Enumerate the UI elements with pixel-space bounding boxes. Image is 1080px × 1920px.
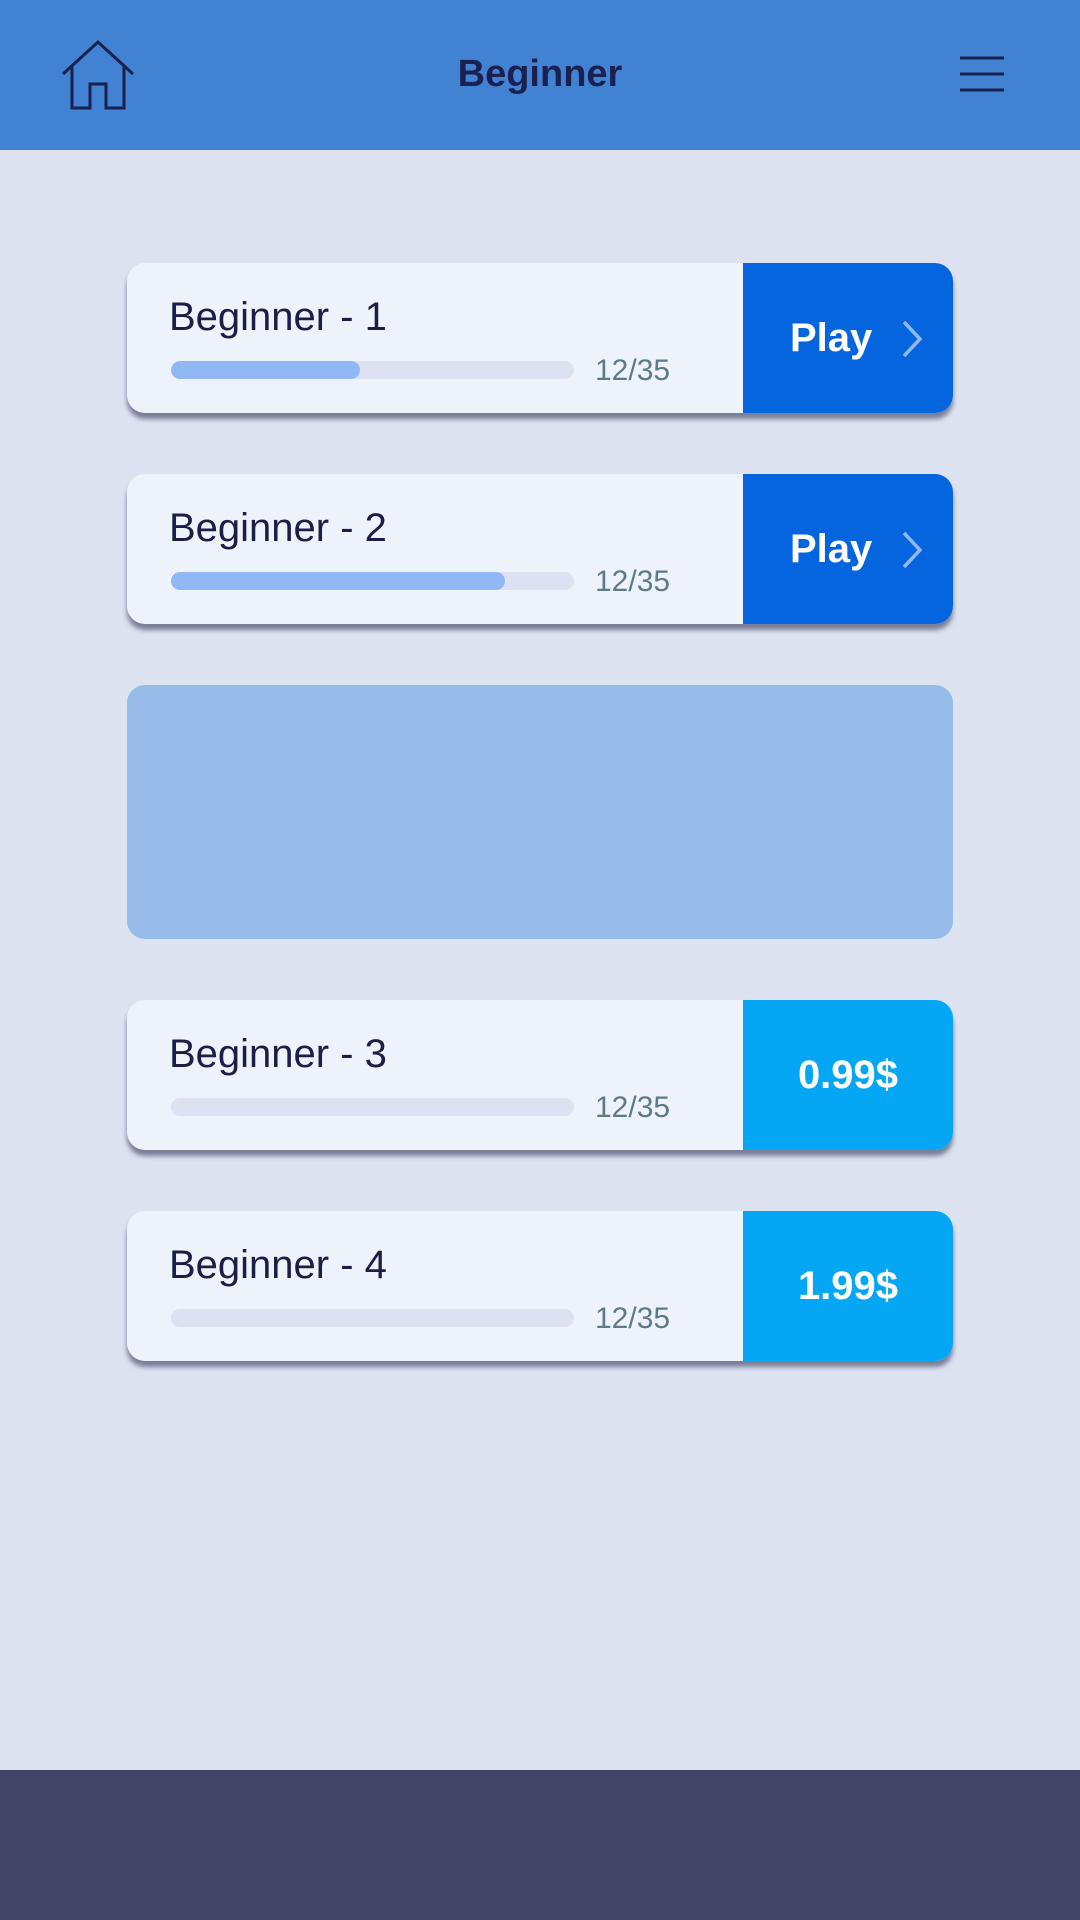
price-label: 1.99$ <box>797 1264 899 1308</box>
level-title: Beginner - 2 <box>169 506 387 550</box>
play-button[interactable]: Play <box>743 263 953 413</box>
buy-button[interactable]: 0.99$ <box>743 1000 953 1150</box>
level-title: Beginner - 3 <box>169 1032 387 1076</box>
hamburger-menu-icon <box>960 56 1004 92</box>
play-button[interactable]: Play <box>743 474 953 624</box>
chevron-right-icon <box>902 320 923 358</box>
page-title: Beginner <box>457 53 623 95</box>
bottom-bar <box>0 1770 1080 1920</box>
level-title: Beginner - 4 <box>169 1243 387 1287</box>
progress-fill <box>171 572 506 590</box>
price-label: 0.99$ <box>797 1053 899 1097</box>
progress-bar <box>171 361 574 379</box>
progress-bar <box>171 572 574 590</box>
banner-placeholder <box>127 685 953 939</box>
progress-count: 12/35 <box>595 354 671 387</box>
progress-count: 12/35 <box>595 1091 671 1124</box>
menu-button[interactable] <box>956 52 1008 96</box>
chevron-right-icon <box>902 531 923 569</box>
level-card: Beginner - 4 12/35 1.99$ <box>127 1211 953 1361</box>
level-title: Beginner - 1 <box>169 295 387 339</box>
progress-count: 12/35 <box>595 1302 671 1335</box>
progress-fill <box>171 361 361 379</box>
progress-count: 12/35 <box>595 565 671 598</box>
level-card: Beginner - 3 12/35 0.99$ <box>127 1000 953 1150</box>
progress-bar <box>171 1309 574 1327</box>
level-card: Beginner - 2 12/35 Play <box>127 474 953 624</box>
level-card: Beginner - 1 12/35 Play <box>127 263 953 413</box>
top-app-bar: Beginner <box>0 0 1080 150</box>
play-button-label: Play <box>790 527 873 571</box>
progress-bar <box>171 1098 574 1116</box>
buy-button[interactable]: 1.99$ <box>743 1211 953 1361</box>
play-button-label: Play <box>790 316 873 360</box>
